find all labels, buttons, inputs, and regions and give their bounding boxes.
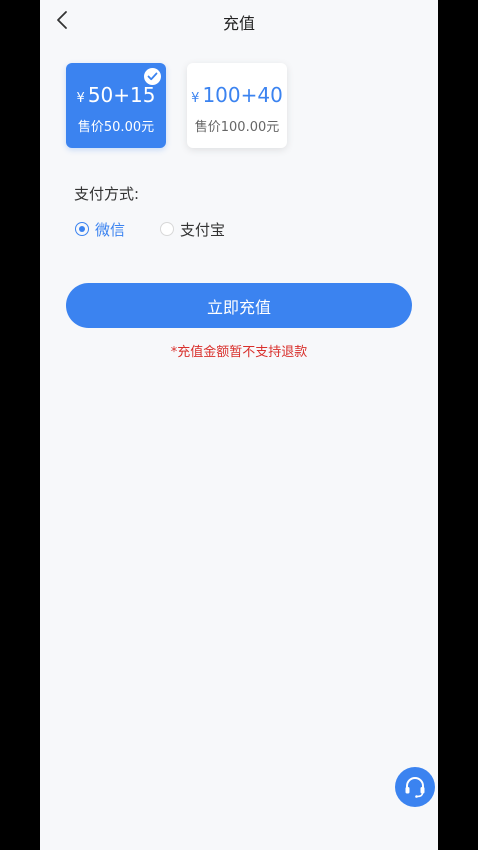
recharge-screen: 充值 ¥50+15 售价50.00元 ¥100+40 售价100.00元 支付方…	[40, 0, 438, 850]
package-price: 售价100.00元	[194, 120, 280, 135]
payment-option-label: 支付宝	[180, 220, 226, 239]
currency-symbol: ¥	[191, 91, 200, 106]
amount-value: 100+40	[202, 83, 283, 107]
payment-method-label: 支付方式:	[74, 185, 140, 203]
headset-icon	[405, 777, 425, 798]
radio-unselected-icon	[160, 222, 174, 236]
currency-symbol: ¥	[76, 91, 85, 106]
package-card-100[interactable]: ¥100+40 售价100.00元	[187, 63, 287, 148]
recharge-now-button[interactable]: 立即充值	[66, 283, 412, 328]
refund-notice: *充值金额暂不支持退款	[170, 345, 308, 360]
payment-option-label: 微信	[95, 220, 126, 239]
payment-option-alipay[interactable]: 支付宝	[160, 218, 225, 240]
customer-support-button[interactable]	[395, 767, 435, 807]
package-card-50[interactable]: ¥50+15 售价50.00元	[66, 63, 166, 148]
top-bar: 充值	[40, 0, 438, 42]
page-title: 充值	[222, 14, 255, 33]
radio-selected-icon	[75, 222, 89, 236]
payment-option-wechat[interactable]: 微信	[75, 218, 125, 240]
amount-value: 50+15	[87, 83, 156, 107]
package-amount: ¥100+40	[187, 83, 287, 107]
package-price: 售价50.00元	[77, 120, 155, 135]
package-amount: ¥50+15	[66, 83, 166, 107]
